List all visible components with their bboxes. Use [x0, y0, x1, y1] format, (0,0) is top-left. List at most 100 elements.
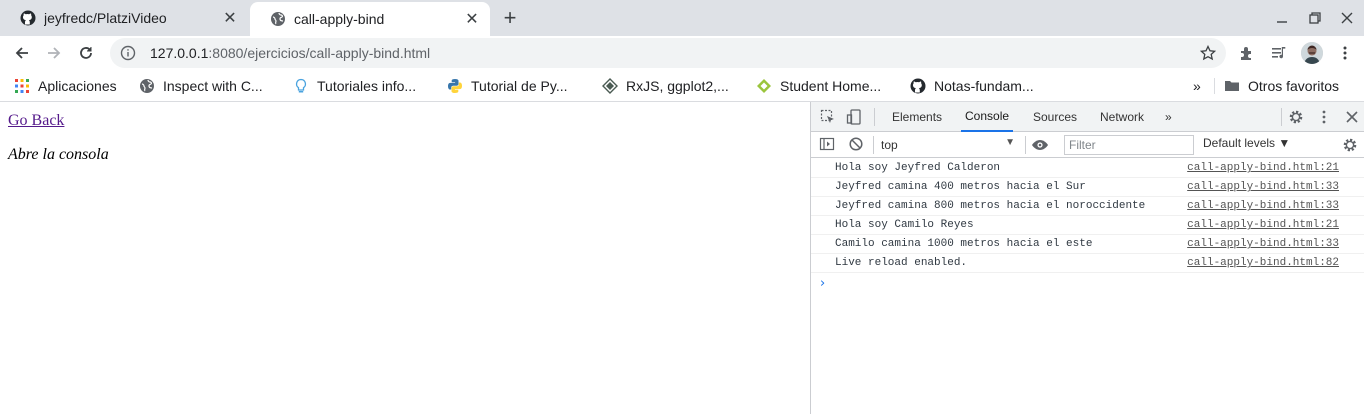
devtools-tab-console[interactable]: Console [961, 102, 1014, 132]
bookmarks-divider [1214, 78, 1215, 94]
bookmark-label: Notas-fundam... [934, 78, 1034, 94]
bookmark-label: Aplicaciones [38, 78, 117, 94]
reload-icon[interactable] [74, 41, 98, 65]
log-message: Jeyfred camina 400 metros hacia el Sur [835, 181, 1086, 193]
console-log-row: Jeyfred camina 400 metros hacia el Sur c… [811, 178, 1364, 197]
log-message: Hola soy Camilo Reyes [835, 219, 974, 231]
bookmark-rxjs[interactable]: RxJS, ggplot2,... [602, 77, 729, 95]
devtools-menu-kebab-icon[interactable] [1315, 109, 1333, 125]
back-arrow-icon[interactable] [10, 41, 34, 65]
devtools-tab-network[interactable]: Network [1096, 102, 1148, 132]
extensions-puzzle-icon[interactable] [1236, 42, 1258, 64]
bookmark-label: Inspect with C... [163, 78, 263, 94]
devtools-tab-sources[interactable]: Sources [1029, 102, 1081, 132]
bookmark-label: RxJS, ggplot2,... [626, 78, 729, 94]
github-icon [910, 78, 926, 94]
devtools-separator [1281, 108, 1282, 126]
go-back-link[interactable]: Go Back [8, 112, 64, 130]
minimize-icon[interactable] [1270, 6, 1294, 30]
settings-gear-icon[interactable] [1287, 109, 1305, 125]
close-icon[interactable]: ✕ [462, 9, 482, 29]
console-log-row: Hola soy Jeyfred Calderon call-apply-bin… [811, 159, 1364, 178]
log-message: Camilo camina 1000 metros hacia el este [835, 238, 1093, 250]
diamond-icon [602, 78, 618, 94]
log-source-link[interactable]: call-apply-bind.html:82 [1187, 257, 1339, 269]
globe-icon [139, 78, 155, 94]
tab-title: jeyfredc/PlatziVideo [44, 10, 167, 26]
url-host: 127.0.0.1 [150, 45, 209, 61]
devtools-tab-elements[interactable]: Elements [888, 102, 946, 132]
log-source-link[interactable]: call-apply-bind.html:21 [1187, 162, 1339, 174]
globe-icon [270, 11, 286, 27]
log-message: Hola soy Jeyfred Calderon [835, 162, 1001, 174]
tab-platzivideo[interactable]: jeyfredc/PlatziVideo ✕ [0, 0, 248, 36]
python-icon [447, 78, 463, 94]
log-source-link[interactable]: call-apply-bind.html:33 [1187, 200, 1339, 212]
bookmark-inspect[interactable]: Inspect with C... [139, 77, 263, 95]
forward-arrow-icon[interactable] [42, 41, 66, 65]
sidebar-toggle-icon[interactable] [818, 136, 836, 152]
bookmark-label: Student Home... [780, 78, 882, 94]
execution-context-select[interactable]: top ▼ [881, 136, 1017, 154]
address-bar[interactable]: 127.0.0.1:8080/ejercicios/call-apply-bin… [110, 38, 1226, 68]
close-icon[interactable]: ✕ [220, 8, 240, 28]
console-filter-input[interactable] [1064, 135, 1194, 155]
media-queue-icon[interactable] [1268, 42, 1290, 64]
info-icon[interactable] [120, 45, 136, 61]
new-tab-button[interactable]: + [498, 5, 522, 30]
url-path: :8080/ejercicios/call-apply-bind.html [208, 45, 431, 61]
star-icon[interactable] [1200, 45, 1216, 61]
devtools-separator [1025, 136, 1026, 154]
toolbar: 127.0.0.1:8080/ejercicios/call-apply-bin… [0, 36, 1364, 70]
inspect-element-icon[interactable] [819, 109, 837, 125]
console-settings-gear-icon[interactable] [1341, 137, 1359, 153]
devtools-more-tabs-button[interactable]: » [1161, 102, 1176, 132]
log-message: Live reload enabled. [835, 257, 968, 269]
devtools-tabbar: Elements Console Sources Network » [811, 102, 1364, 132]
tab-strip: jeyfredc/PlatziVideo ✕ call-apply-bind ✕… [0, 0, 1364, 36]
close-window-icon[interactable] [1335, 6, 1359, 30]
dropdown-caret-icon: ▼ [1005, 137, 1015, 148]
console-output: Hola soy Jeyfred Calderon call-apply-bin… [811, 159, 1364, 295]
bookmark-label: Tutorial de Py... [471, 78, 568, 94]
page-hint-text: Abre la consola [8, 146, 109, 163]
console-log-row: Live reload enabled. call-apply-bind.htm… [811, 254, 1364, 273]
device-toolbar-icon[interactable] [845, 109, 863, 125]
folder-icon [1224, 78, 1240, 94]
page-content: Go Back Abre la consola [0, 102, 810, 414]
console-filter-bar: top ▼ Default levels ▼ [811, 132, 1364, 158]
bookmarks-overflow-button[interactable]: » [1193, 77, 1201, 95]
log-source-link[interactable]: call-apply-bind.html:21 [1187, 219, 1339, 231]
log-source-link[interactable]: call-apply-bind.html:33 [1187, 238, 1339, 250]
restore-icon[interactable] [1303, 6, 1327, 30]
live-expression-eye-icon[interactable] [1031, 137, 1049, 153]
bookmark-student-home[interactable]: Student Home... [756, 77, 881, 95]
tab-call-apply-bind[interactable]: call-apply-bind ✕ [250, 2, 490, 36]
clear-console-icon[interactable] [847, 136, 865, 152]
devtools-close-icon[interactable] [1343, 109, 1361, 125]
bookmark-label: Otros favoritos [1248, 78, 1340, 94]
bookmark-otros-favoritos[interactable]: Otros favoritos [1224, 77, 1339, 95]
bookmark-notas[interactable]: Notas-fundam... [910, 77, 1034, 95]
green-diamond-icon [756, 78, 772, 94]
log-message: Jeyfred camina 800 metros hacia el noroc… [835, 200, 1146, 212]
overflow-chevron-icon: » [1193, 78, 1201, 94]
console-prompt[interactable]: › [811, 273, 1364, 295]
context-value: top [881, 138, 898, 152]
avatar[interactable] [1301, 42, 1323, 64]
devtools-separator [873, 136, 874, 154]
apps-grid-icon [14, 78, 30, 94]
menu-kebab-icon[interactable] [1334, 42, 1356, 64]
lightbulb-icon [293, 78, 309, 94]
log-source-link[interactable]: call-apply-bind.html:33 [1187, 181, 1339, 193]
bookmark-tutoriales[interactable]: Tutoriales info... [293, 77, 416, 95]
prompt-chevron-icon: › [820, 276, 826, 291]
bookmark-aplicaciones[interactable]: Aplicaciones [14, 77, 117, 95]
bookmark-python[interactable]: Tutorial de Py... [447, 77, 567, 95]
tab-title: call-apply-bind [294, 11, 385, 27]
devtools-panel: Elements Console Sources Network » top ▼ [810, 102, 1364, 414]
console-log-row: Jeyfred camina 800 metros hacia el noroc… [811, 197, 1364, 216]
console-log-row: Camilo camina 1000 metros hacia el este … [811, 235, 1364, 254]
bookmark-label: Tutoriales info... [317, 78, 417, 94]
log-levels-dropdown[interactable]: Default levels ▼ [1203, 136, 1290, 150]
